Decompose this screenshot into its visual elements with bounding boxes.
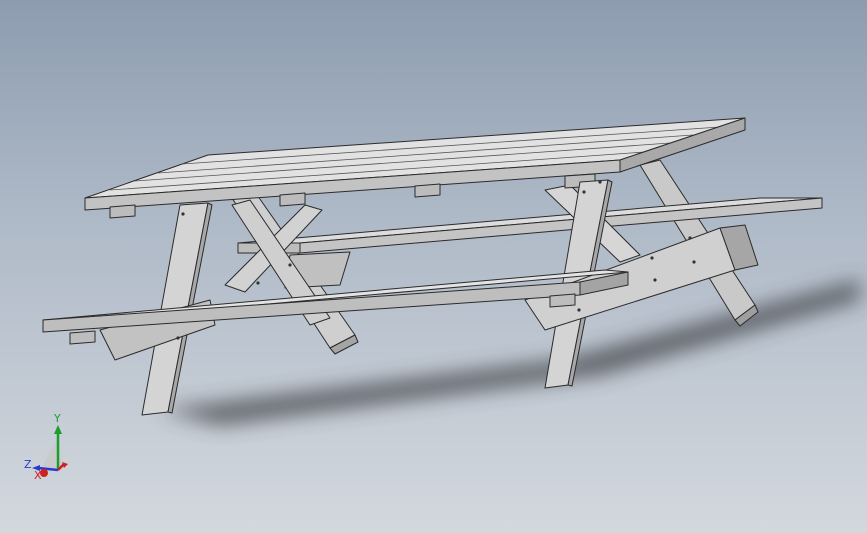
coordinate-triad: Y Z X (24, 412, 68, 482)
near-bench-cleat-left (69, 330, 96, 345)
triad-y-arrow (54, 425, 62, 434)
graphics-viewport[interactable]: Y Z X (0, 0, 867, 533)
triad-z-label: Z (24, 458, 32, 471)
table-cleat-3 (414, 183, 441, 198)
right-bench-support[interactable] (524, 227, 736, 331)
near-bench-cleat-right (549, 293, 576, 308)
picnic-table-model[interactable] (0, 0, 867, 533)
triad-x-label: X (34, 469, 42, 482)
triad-y-label: Y (53, 412, 61, 425)
table-cleat-1 (109, 204, 136, 219)
table-cleat-2 (279, 192, 306, 207)
